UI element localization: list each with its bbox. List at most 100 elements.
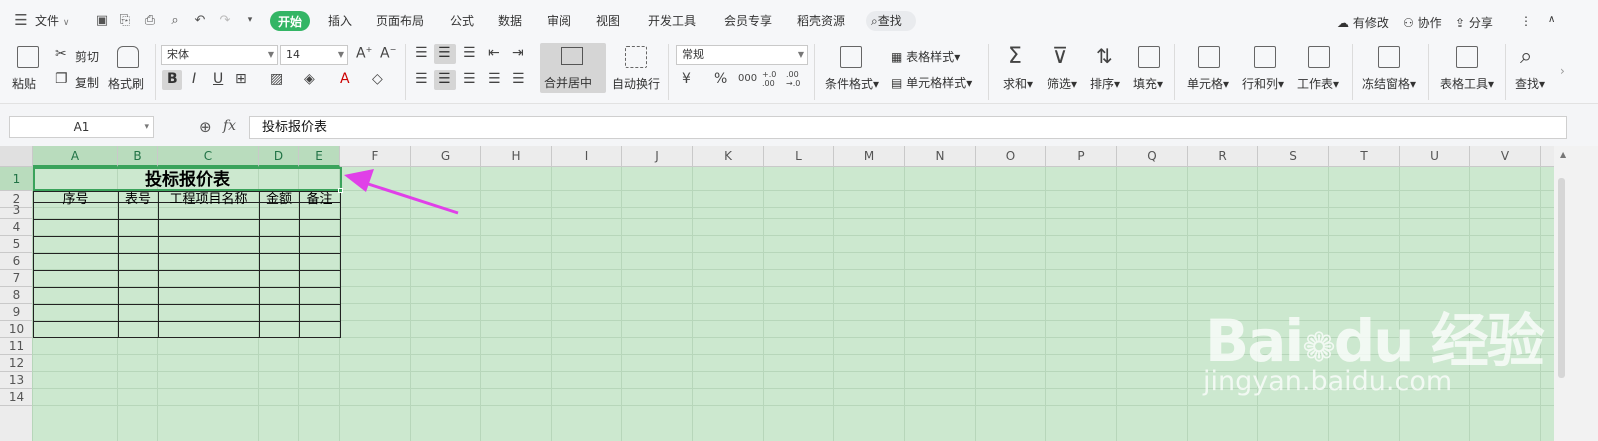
row-header-5[interactable]: 5 <box>0 236 33 253</box>
sort-button[interactable]: 排序▾ <box>1090 75 1120 92</box>
copy-button[interactable]: 复制 <box>75 74 99 91</box>
row-header-7[interactable]: 7 <box>0 270 33 287</box>
file-menu[interactable]: 文件 ∨ <box>35 12 69 29</box>
align-bottom-icon[interactable]: ☰ <box>463 45 476 61</box>
increase-decimal-icon[interactable]: +.0 .00 <box>762 70 782 88</box>
redo-icon[interactable]: ↷ <box>218 14 232 27</box>
select-all-corner[interactable] <box>0 146 33 167</box>
search-button[interactable]: ⌕查找 <box>866 11 916 31</box>
fill-button[interactable]: 填充▾ <box>1133 75 1163 92</box>
collaborate-button[interactable]: ⚇ 协作 <box>1403 14 1442 31</box>
decrease-font-icon[interactable]: A− <box>380 45 396 62</box>
table-header-cell[interactable]: 序号 <box>33 191 118 208</box>
table-title-cell[interactable]: 投标报价表 <box>33 167 342 191</box>
vertical-scrollbar[interactable]: ▲ <box>1554 146 1598 441</box>
zoom-formula-icon[interactable]: ⊕ <box>199 118 212 136</box>
paste-icon[interactable] <box>17 46 39 68</box>
formula-input[interactable]: 投标报价表 <box>249 116 1567 139</box>
find-button[interactable]: 查找▾ <box>1515 75 1545 92</box>
fill-pattern-icon[interactable]: ▨ <box>270 71 283 87</box>
worksheet-button[interactable]: 工作表▾ <box>1297 75 1339 92</box>
name-box[interactable]: A1 ▾ <box>9 116 154 138</box>
column-header-d[interactable]: D <box>259 146 299 167</box>
column-header-t[interactable]: T <box>1329 146 1400 167</box>
increase-indent-icon[interactable]: ⇥ <box>512 45 524 61</box>
save-icon[interactable]: ▣ <box>95 14 109 27</box>
freeze-panes-icon[interactable] <box>1378 46 1400 68</box>
column-header-u[interactable]: U <box>1400 146 1470 167</box>
share-button[interactable]: ⇪ 分享 <box>1455 14 1493 31</box>
underline-icon[interactable]: U <box>213 71 223 87</box>
hamburger-menu-icon[interactable]: ☰ <box>14 13 28 28</box>
cell-button[interactable]: 单元格▾ <box>1187 75 1229 92</box>
decrease-decimal-icon[interactable]: .00 →.0 <box>786 70 806 88</box>
font-size-select[interactable]: 14 ▼ <box>280 45 348 65</box>
row-header-10[interactable]: 10 <box>0 321 33 338</box>
row-header-4[interactable]: 4 <box>0 219 33 236</box>
print-preview-icon[interactable]: ⌕ <box>168 14 182 27</box>
percent-icon[interactable]: % <box>714 71 727 87</box>
bold-button[interactable]: B <box>162 70 182 90</box>
number-format-select[interactable]: 常规 ▼ <box>676 45 808 65</box>
scroll-up-icon[interactable]: ▲ <box>1560 150 1566 159</box>
worksheet-grid[interactable]: ABCDEFGHIJKLMNOPQRSTUV 1 2 3 4 5 6 7 8 9 10 11 12 13… <box>0 146 1554 441</box>
font-color-icon[interactable]: A <box>340 71 350 87</box>
row-header-3[interactable]: 3 <box>0 202 33 219</box>
column-header-i[interactable]: I <box>552 146 622 167</box>
tab-member[interactable]: 会员专享 <box>724 12 772 29</box>
column-header-r[interactable]: R <box>1188 146 1258 167</box>
row-header-12[interactable]: 12 <box>0 355 33 372</box>
column-header-j[interactable]: J <box>622 146 693 167</box>
row-header-13[interactable]: 13 <box>0 372 33 389</box>
increase-font-icon[interactable]: A+ <box>356 45 372 62</box>
fill-down-icon[interactable] <box>1138 46 1160 68</box>
row-header-11[interactable]: 11 <box>0 338 33 355</box>
wrap-text-icon[interactable] <box>625 46 647 68</box>
tab-view[interactable]: 视图 <box>596 12 620 29</box>
table-tools-button[interactable]: 表格工具▾ <box>1440 75 1494 92</box>
more-menu-icon[interactable]: ⋮ <box>1520 14 1532 28</box>
scroll-thumb[interactable] <box>1558 178 1565 378</box>
thousands-icon[interactable]: 000 <box>738 73 757 84</box>
decrease-indent-icon[interactable]: ⇤ <box>488 45 500 61</box>
align-middle-button[interactable]: ☰ <box>434 44 456 64</box>
column-header-n[interactable]: N <box>905 146 976 167</box>
column-header-o[interactable]: O <box>976 146 1046 167</box>
justify-icon[interactable]: ☰ <box>488 71 501 87</box>
merge-center-button[interactable]: 合并居中 <box>540 43 606 93</box>
row-col-button[interactable]: 行和列▾ <box>1242 75 1284 92</box>
row-header-6[interactable]: 6 <box>0 253 33 270</box>
sum-button[interactable]: 求和▾ <box>1003 75 1033 92</box>
tab-home[interactable]: 开始 <box>270 11 311 31</box>
row-header-14[interactable]: 14 <box>0 389 33 406</box>
customize-icon[interactable]: ▾ <box>243 14 257 27</box>
align-center-button[interactable]: ☰ <box>434 70 456 90</box>
column-header-l[interactable]: L <box>764 146 834 167</box>
font-name-select[interactable]: 宋体 ▼ <box>161 45 278 65</box>
cell-icon[interactable] <box>1198 46 1220 68</box>
auto-wrap-button[interactable]: 自动换行 <box>612 75 660 92</box>
tab-page-layout[interactable]: 页面布局 <box>376 12 424 29</box>
modified-button[interactable]: ☁ 有修改 <box>1337 14 1389 31</box>
undo-icon[interactable]: ↶ <box>193 14 207 27</box>
fill-color-icon[interactable]: ◈ <box>304 71 315 87</box>
table-tools-icon[interactable] <box>1456 46 1478 68</box>
row-col-icon[interactable] <box>1254 46 1276 68</box>
table-header-cell[interactable]: 金额 <box>259 191 299 208</box>
tab-data[interactable]: 数据 <box>498 12 522 29</box>
column-header-k[interactable]: K <box>693 146 764 167</box>
cut-button[interactable]: 剪切 <box>75 48 99 65</box>
tab-review[interactable]: 审阅 <box>547 12 571 29</box>
column-header-q[interactable]: Q <box>1117 146 1188 167</box>
tab-docer-resources[interactable]: 稻壳资源 <box>797 12 845 29</box>
paste-button[interactable]: 粘贴 <box>12 75 36 92</box>
column-header-v[interactable]: V <box>1470 146 1541 167</box>
cell-style-button[interactable]: ▤ 单元格样式▾ <box>891 74 972 91</box>
column-header-c[interactable]: C <box>158 146 259 167</box>
ribbon-scroll-right-icon[interactable]: › <box>1560 64 1565 78</box>
table-style-button[interactable]: ▦ 表格样式▾ <box>891 48 960 65</box>
align-right-icon[interactable]: ☰ <box>463 71 476 87</box>
row-header-9[interactable]: 9 <box>0 304 33 321</box>
print-icon[interactable]: ⎙ <box>143 14 157 27</box>
table-header-cell[interactable]: 工程项目名称 <box>158 191 259 208</box>
